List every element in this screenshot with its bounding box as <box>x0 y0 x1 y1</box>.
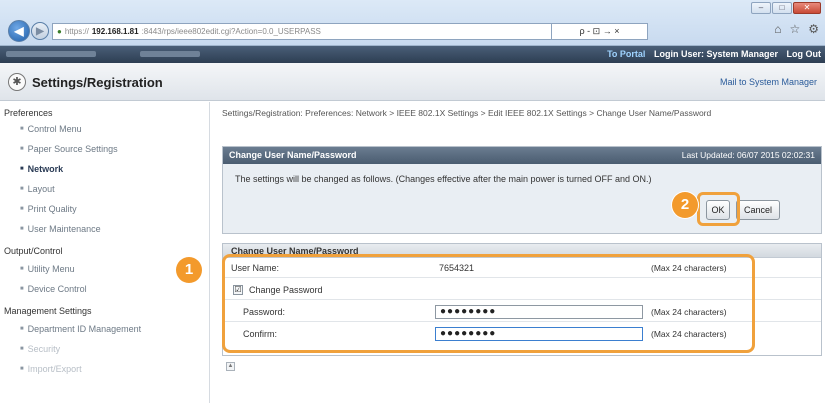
maximize-button[interactable]: □ <box>772 2 792 14</box>
sidebar-item-device-control[interactable]: ■ Device Control <box>20 284 87 294</box>
sidebar-item-label: Device Control <box>27 284 87 294</box>
bullet-icon: ■ <box>20 366 24 372</box>
sidebar-item-label: Paper Source Settings <box>27 144 118 154</box>
logout-link[interactable]: Log Out <box>787 49 822 59</box>
sidebar-item-layout[interactable]: ■ Layout <box>20 184 55 194</box>
minimize-button[interactable]: – <box>751 2 771 14</box>
sidebar-item-label: Department ID Management <box>27 324 142 334</box>
address-path: :8443/rps/ieee802edit.cgi?Action=0.0_USE… <box>141 27 321 36</box>
forward-button[interactable]: ▶ <box>31 22 49 40</box>
favorites-icon[interactable]: ☆ <box>789 22 800 36</box>
form-highlight-frame <box>222 254 755 353</box>
portal-bar: To Portal Login User: System Manager Log… <box>0 46 825 63</box>
address-host: 192.168.1.81 <box>91 27 139 36</box>
bullet-icon: ■ <box>20 126 24 132</box>
address-scheme: https:// <box>64 27 89 36</box>
bullet-icon: ■ <box>20 266 24 272</box>
sidebar-group-management-settings: Management Settings <box>4 306 92 316</box>
confirm-panel-header: Change User Name/Password Last Updated: … <box>223 147 821 164</box>
callout-1: 1 <box>176 257 202 283</box>
bullet-icon: ■ <box>20 146 24 152</box>
sidebar-item-security[interactable]: ■ Security <box>20 344 60 354</box>
to-portal-link[interactable]: To Portal <box>607 49 645 59</box>
address-bar[interactable]: ● https://192.168.1.81:8443/rps/ieee802e… <box>52 23 552 40</box>
sidebar-item-label: Layout <box>27 184 55 194</box>
callout-2: 2 <box>672 192 698 218</box>
sidebar-group-output-control: Output/Control <box>4 246 63 256</box>
device-model-blurred <box>140 51 200 57</box>
sidebar-item-utility-menu[interactable]: ■ Utility Menu <box>20 264 75 274</box>
home-icon[interactable]: ⌂ <box>774 22 781 36</box>
arrow-left-icon: ◀ <box>14 24 24 38</box>
bullet-icon: ■ <box>20 286 24 292</box>
sidebar-item-label: Utility Menu <box>27 264 75 274</box>
sidebar-item-paper-source[interactable]: ■ Paper Source Settings <box>20 144 118 154</box>
confirm-message: The settings will be changed as follows.… <box>235 174 652 184</box>
cancel-button[interactable]: Cancel <box>736 200 780 220</box>
sidebar-item-network[interactable]: ■ Network <box>20 164 63 174</box>
sidebar-item-user-maintenance[interactable]: ■ User Maintenance <box>20 224 101 234</box>
sidebar-group-preferences: Preferences <box>4 108 53 118</box>
sidebar-item-control-menu[interactable]: ■ Control Menu <box>20 124 82 134</box>
sidebar-item-label: Control Menu <box>27 124 82 134</box>
sidebar-item-label: Print Quality <box>27 204 77 214</box>
confirm-panel-title: Change User Name/Password <box>229 150 357 160</box>
sidebar-item-label: Import/Export <box>27 364 82 374</box>
bullet-icon: ■ <box>20 206 24 212</box>
mail-to-system-manager-link[interactable]: Mail to System Manager <box>720 77 817 87</box>
address-tools[interactable]: ρ - ⊡ → × <box>552 23 648 40</box>
sidebar-item-import-export[interactable]: ■ Import/Export <box>20 364 82 374</box>
close-window-button[interactable]: ✕ <box>793 2 821 14</box>
settings-icon: ✱ <box>8 73 26 91</box>
settings-gear-icon[interactable]: ⚙ <box>808 22 819 36</box>
sidebar-item-label: Security <box>27 344 61 354</box>
bullet-icon: ■ <box>20 326 24 332</box>
browser-chrome: – □ ✕ ◀ ▶ ● https://192.168.1.81:8443/rp… <box>0 0 825 46</box>
portal-links: To Portal Login User: System Manager Log… <box>601 49 821 59</box>
page-title: Settings/Registration <box>32 75 163 90</box>
last-updated: Last Updated: 06/07 2015 02:02:31 <box>681 150 815 160</box>
sidebar-item-print-quality[interactable]: ■ Print Quality <box>20 204 77 214</box>
login-user-text: Login User: System Manager <box>653 49 778 59</box>
site-icon: ● <box>57 27 62 36</box>
bullet-icon: ■ <box>20 346 24 352</box>
bullet-icon: ■ <box>20 186 24 192</box>
page-header: ✱ Settings/Registration Mail to System M… <box>0 63 825 101</box>
bullet-icon: ■ <box>20 166 24 172</box>
arrow-right-icon: ▶ <box>36 25 44 37</box>
window-controls: – □ ✕ <box>751 2 821 14</box>
sidebar-item-label: User Maintenance <box>27 224 101 234</box>
ok-highlight-frame <box>697 192 740 226</box>
breadcrumb: Settings/Registration: Preferences: Netw… <box>222 108 712 118</box>
browser-toolbar-icons: ⌂ ☆ ⚙ <box>774 22 819 36</box>
back-button[interactable]: ◀ <box>8 20 30 42</box>
sidebar-item-label: Network <box>27 164 64 174</box>
sidebar-item-department-id[interactable]: ■ Department ID Management <box>20 324 141 334</box>
device-name-blurred <box>6 51 96 57</box>
bullet-icon: ■ <box>20 226 24 232</box>
sidebar: Preferences ■ Control Menu ■ Paper Source … <box>0 102 210 403</box>
back-to-top-icon[interactable]: ▲ <box>226 362 235 371</box>
